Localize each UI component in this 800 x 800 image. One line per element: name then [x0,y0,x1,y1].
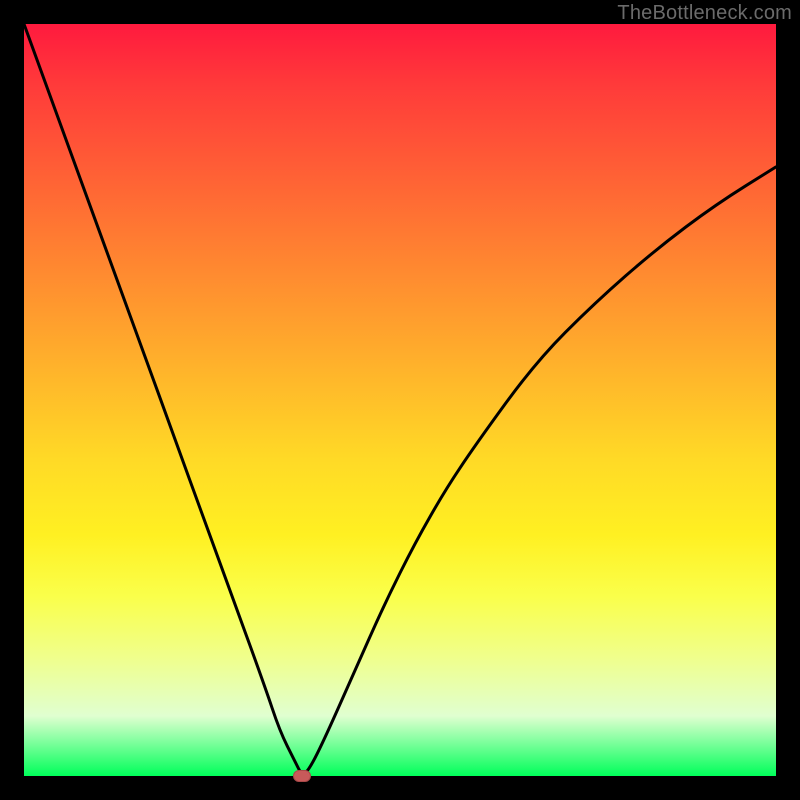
chart-frame: TheBottleneck.com [0,0,800,800]
optimum-marker [293,770,311,782]
watermark-text: TheBottleneck.com [617,2,792,25]
bottleneck-curve [24,24,776,776]
